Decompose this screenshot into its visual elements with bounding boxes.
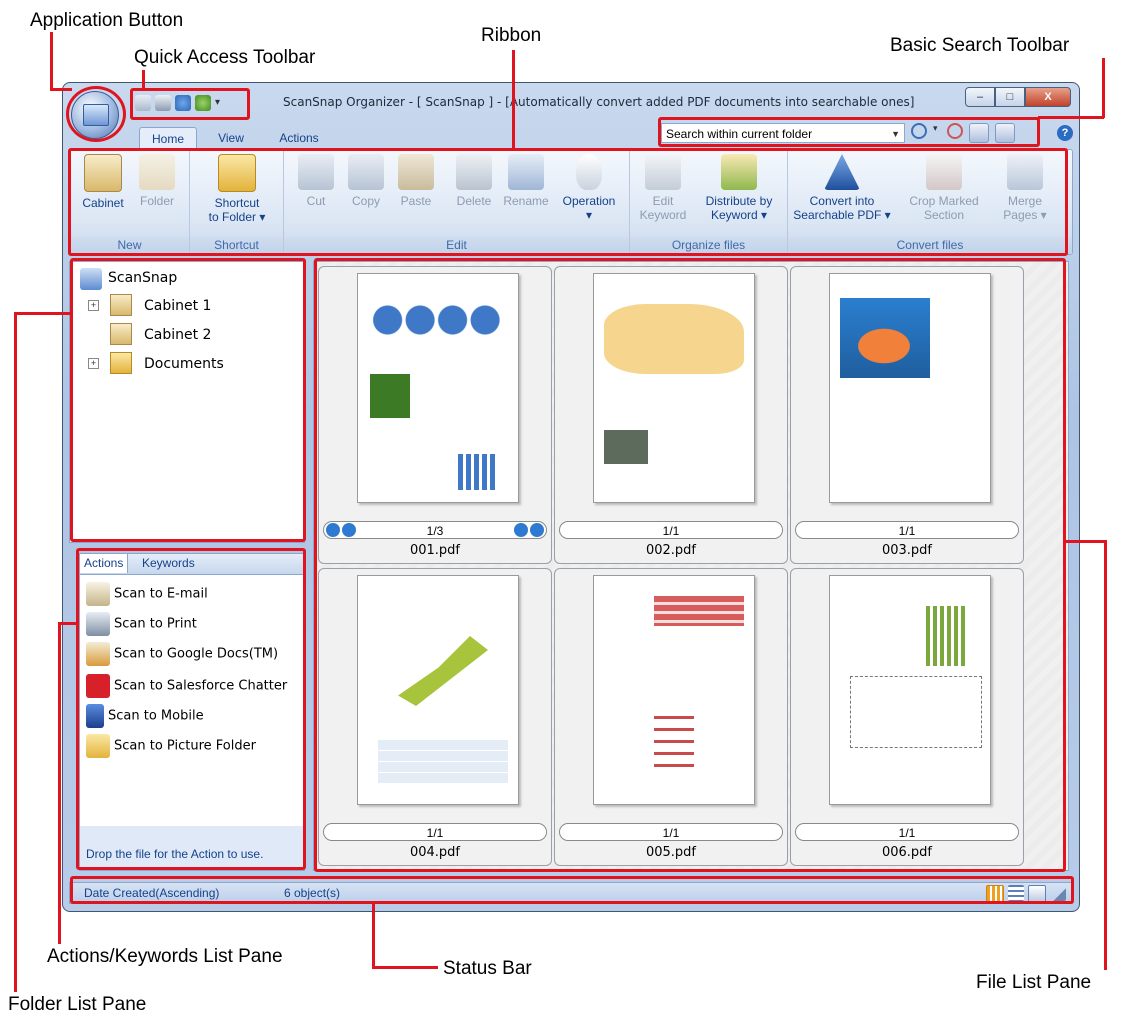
tab-home[interactable]: Home xyxy=(139,127,197,150)
callout-box-status-bar xyxy=(70,876,1074,904)
callout-line xyxy=(14,312,17,992)
close-button[interactable]: X xyxy=(1025,87,1071,107)
window-title: ScanSnap Organizer - [ ScanSnap ] - [Aut… xyxy=(283,95,915,109)
callout-line xyxy=(58,622,78,625)
callout-ribbon: Ribbon xyxy=(481,25,542,46)
callout-box-actions-keywords-pane xyxy=(76,548,306,870)
application-button[interactable] xyxy=(71,91,119,139)
callout-status-bar: Status Bar xyxy=(443,958,532,979)
callout-box-folder-list-pane xyxy=(70,258,306,542)
tab-view[interactable]: View xyxy=(203,127,259,149)
callout-box-quick-access-toolbar xyxy=(130,88,250,120)
scansnap-app-icon xyxy=(83,104,109,126)
callout-line xyxy=(58,622,61,944)
callout-line xyxy=(372,902,375,968)
minimize-button[interactable]: – xyxy=(965,87,995,107)
callout-actions-keywords-pane: Actions/Keywords List Pane xyxy=(47,946,283,967)
maximize-button[interactable]: □ xyxy=(995,87,1025,107)
callout-line xyxy=(1102,58,1105,118)
callout-box-ribbon xyxy=(68,148,1068,256)
callout-line xyxy=(50,88,72,91)
tab-actions[interactable]: Actions xyxy=(267,127,331,149)
callout-application-button: Application Button xyxy=(30,10,184,31)
callout-line xyxy=(50,32,53,90)
window-controls: – □ X xyxy=(965,87,1071,107)
callout-line xyxy=(1104,540,1107,970)
callout-line xyxy=(1038,116,1104,119)
callout-box-basic-search-toolbar xyxy=(658,117,1040,147)
callout-quick-access-toolbar: Quick Access Toolbar xyxy=(134,47,316,68)
callout-line xyxy=(142,70,145,90)
callout-file-list-pane: File List Pane xyxy=(976,972,1092,993)
callout-basic-search-toolbar: Basic Search Toolbar xyxy=(890,35,1070,56)
callout-line xyxy=(14,312,72,315)
help-icon[interactable]: ? xyxy=(1057,125,1073,141)
callout-line xyxy=(1064,540,1106,543)
callout-line xyxy=(512,50,515,150)
callout-line xyxy=(372,966,438,969)
callout-box-file-list-pane xyxy=(314,258,1066,872)
callout-folder-list-pane: Folder List Pane xyxy=(8,994,147,1015)
